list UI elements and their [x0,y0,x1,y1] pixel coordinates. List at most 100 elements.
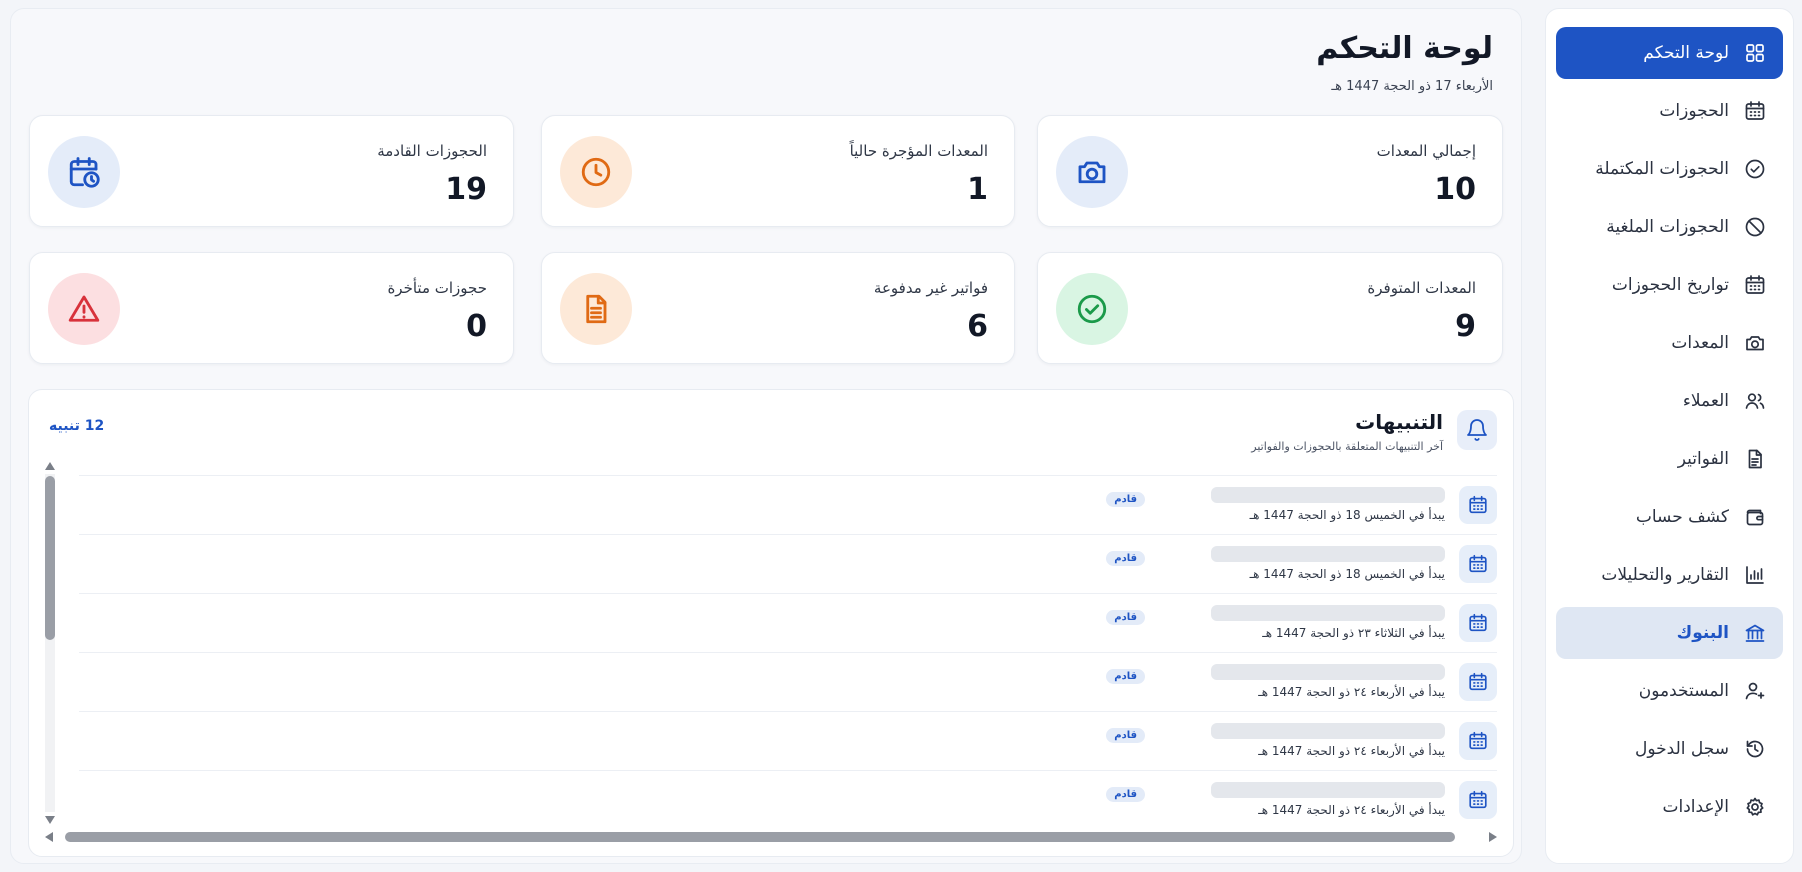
scroll-up-icon[interactable] [45,462,55,470]
alert-title-placeholder [1211,782,1445,798]
sidebar-item-0[interactable]: لوحة التحكم [1556,27,1783,79]
history-icon [1743,737,1767,761]
wallet-icon [1743,505,1767,529]
main-content: لوحة التحكم الأربعاء 17 ذو الحجة 1447 هـ… [10,8,1522,864]
alerts-panel: التنبيهات آخر التنبيهات المتعلقة بالحجوز… [28,389,1514,857]
calendar-icon [1459,604,1497,642]
sidebar-item-3[interactable]: الحجوزات الملغية [1556,201,1783,253]
alert-row[interactable]: يبدأ في الخميس 18 ذو الحجة 1447 هـ قادم [79,534,1497,593]
stat-card: الحجوزات القادمة 19 [29,115,514,227]
status-badge: قادم [1106,787,1145,802]
status-badge: قادم [1106,492,1145,507]
alert-title-placeholder [1211,605,1445,621]
calendar-icon [1459,663,1497,701]
alerts-count-link[interactable]: 12 تنبيه [49,418,104,434]
stat-value: 19 [445,172,487,207]
sidebar-item-label: الإعدادات [1662,797,1729,817]
gear-icon [1743,795,1767,819]
scroll-right-icon[interactable] [1489,832,1497,842]
sidebar-item-label: الحجوزات [1659,101,1729,121]
sidebar-item-13[interactable]: الإعدادات [1556,781,1783,833]
page-date: الأربعاء 17 ذو الحجة 1447 هـ [1331,79,1493,94]
stat-card: حجوزات متأخرة 0 [29,252,514,364]
sidebar-item-7[interactable]: الفواتير [1556,433,1783,485]
alert-row[interactable]: يبدأ في الأربعاء ٢٤ ذو الحجة 1447 هـ قادم [79,711,1497,770]
bar-chart-icon [1743,563,1767,587]
alert-date: يبدأ في الخميس 18 ذو الحجة 1447 هـ [1249,508,1445,522]
camera-icon [1743,331,1767,355]
scroll-thumb[interactable] [45,476,55,640]
stat-label: حجوزات متأخرة [387,279,487,297]
ban-icon [1743,215,1767,239]
status-badge: قادم [1106,669,1145,684]
alert-row[interactable]: يبدأ في الأربعاء ٢٤ ذو الحجة 1447 هـ قادم [79,652,1497,711]
stat-label: فواتير غير مدفوعة [873,279,988,297]
scroll-thumb-horizontal[interactable] [65,832,1455,842]
page-title: لوحة التحكم [1316,31,1493,66]
alert-row[interactable]: يبدأ في الخميس 18 ذو الحجة 1447 هـ قادم [79,475,1497,534]
sidebar-item-label: العملاء [1682,391,1729,411]
stat-label: الحجوزات القادمة [377,142,487,160]
calendar-icon [1459,545,1497,583]
sidebar-item-label: المعدات [1671,333,1729,353]
alert-date: يبدأ في الأربعاء ٢٤ ذو الحجة 1447 هـ [1258,685,1445,699]
sidebar-item-label: التقارير والتحليلات [1601,565,1729,585]
calendar-icon [1459,486,1497,524]
sidebar-item-5[interactable]: المعدات [1556,317,1783,369]
sidebar-item-9[interactable]: التقارير والتحليلات [1556,549,1783,601]
stat-value: 6 [967,309,988,344]
file-text-icon [560,273,632,345]
user-icon [1743,679,1767,703]
alert-row[interactable]: يبدأ في الأربعاء ٢٤ ذو الحجة 1447 هـ قادم [79,770,1497,829]
horizontal-scrollbar[interactable] [43,830,1499,844]
alert-date: يبدأ في الثلاثاء ٢٣ ذو الحجة 1447 هـ [1262,626,1445,640]
file-icon [1743,447,1767,471]
calendar-clock-icon [48,136,120,208]
stat-value: 9 [1455,309,1476,344]
sidebar-item-11[interactable]: المستخدمون [1556,665,1783,717]
vertical-scrollbar[interactable] [43,462,57,824]
sidebar-item-label: الحجوزات المكتملة [1595,159,1729,179]
alert-title-placeholder [1211,723,1445,739]
sidebar-item-1[interactable]: الحجوزات [1556,85,1783,137]
stat-label: المعدات المؤجرة حالياً [849,142,988,160]
sidebar-item-label: المستخدمون [1638,681,1729,701]
stat-card: المعدات المؤجرة حالياً 1 [541,115,1015,227]
alert-date: يبدأ في الأربعاء ٢٤ ذو الحجة 1447 هـ [1258,744,1445,758]
check-circle-icon [1056,273,1128,345]
sidebar-item-2[interactable]: الحجوزات المكتملة [1556,143,1783,195]
sidebar-item-label: لوحة التحكم [1643,43,1729,63]
status-badge: قادم [1106,728,1145,743]
scroll-down-icon[interactable] [45,816,55,824]
status-badge: قادم [1106,551,1145,566]
clock-icon [560,136,632,208]
camera-icon [1056,136,1128,208]
sidebar-item-12[interactable]: سجل الدخول [1556,723,1783,775]
bell-icon [1457,410,1497,450]
alert-title-placeholder [1211,487,1445,503]
alerts-title: التنبيهات [1355,410,1443,434]
sidebar-item-10[interactable]: البنوك [1556,607,1783,659]
stat-label: إجمالي المعدات [1376,142,1476,160]
calendar-icon [1459,781,1497,819]
scroll-left-icon[interactable] [45,832,53,842]
sidebar-item-label: الفواتير [1677,449,1729,469]
stat-card: المعدات المتوفرة 9 [1037,252,1503,364]
calendar-icon [1743,99,1767,123]
sidebar-item-4[interactable]: تواريخ الحجوزات [1556,259,1783,311]
bank-icon [1743,621,1767,645]
stat-card: فواتير غير مدفوعة 6 [541,252,1015,364]
stat-card: إجمالي المعدات 10 [1037,115,1503,227]
sidebar-item-8[interactable]: كشف حساب [1556,491,1783,543]
alert-date: يبدأ في الأربعاء ٢٤ ذو الحجة 1447 هـ [1258,803,1445,817]
stat-value: 0 [466,309,487,344]
sidebar: لوحة التحكم الحجوزات الحجوزات المكتملة الحج… [1545,8,1794,864]
alert-row[interactable]: يبدأ في الثلاثاء ٢٣ ذو الحجة 1447 هـ قادم [79,593,1497,652]
sidebar-item-label: تواريخ الحجوزات [1611,275,1729,295]
users-icon [1743,389,1767,413]
alert-triangle-icon [48,273,120,345]
sidebar-item-6[interactable]: العملاء [1556,375,1783,427]
stat-value: 1 [967,172,988,207]
sidebar-item-label: كشف حساب [1635,507,1729,527]
status-badge: قادم [1106,610,1145,625]
